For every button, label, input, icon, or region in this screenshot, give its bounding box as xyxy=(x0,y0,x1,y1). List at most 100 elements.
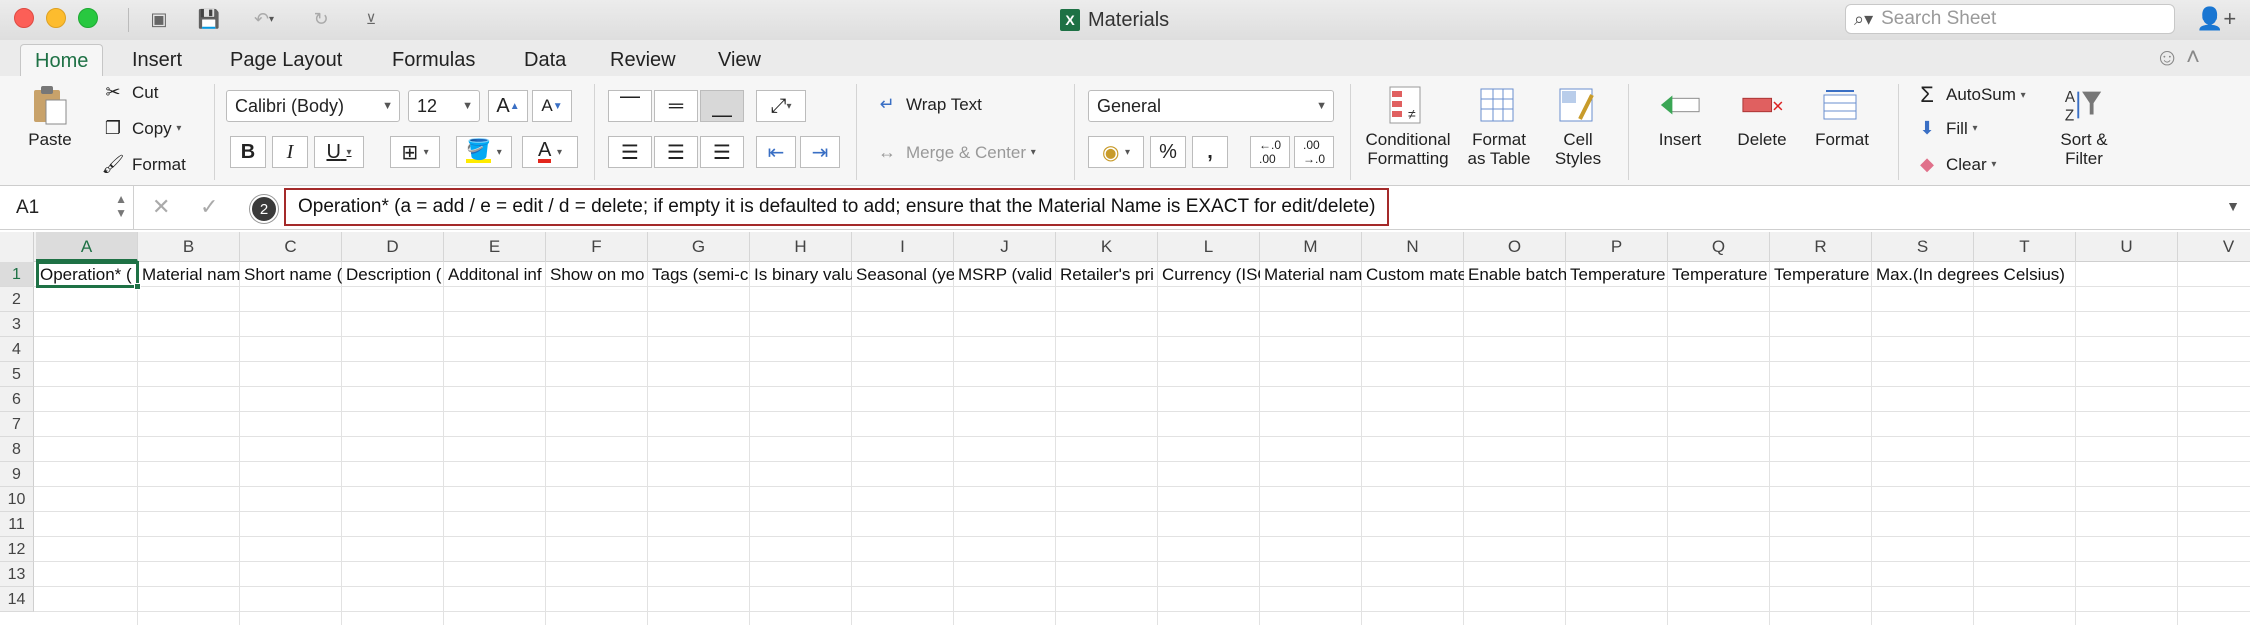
format-cells-button[interactable]: Format xyxy=(1802,84,1882,149)
bold-button[interactable]: B xyxy=(230,136,266,168)
minimize-window-button[interactable] xyxy=(46,8,66,28)
expand-formula-bar-icon[interactable]: ▼ xyxy=(2226,198,2240,214)
cancel-entry-icon[interactable]: ✕ xyxy=(152,194,170,220)
name-box[interactable]: A1 ▲ ▼ xyxy=(0,186,134,230)
row-header-5[interactable]: 5 xyxy=(0,362,34,387)
align-center-button[interactable]: ☰ xyxy=(654,136,698,168)
row-header-8[interactable]: 8 xyxy=(0,437,34,462)
share-person-icon[interactable]: 👤+ xyxy=(2196,6,2236,32)
tab-view[interactable]: View xyxy=(704,44,775,76)
font-color-button[interactable]: A ▾ xyxy=(522,136,578,168)
grow-font-button[interactable]: A ▲ xyxy=(488,90,528,122)
column-header-s[interactable]: S xyxy=(1872,232,1974,262)
cell-m1[interactable]: Material nam xyxy=(1260,262,1362,287)
format-as-table-button[interactable]: Format as Table xyxy=(1460,84,1538,168)
column-header-o[interactable]: O xyxy=(1464,232,1566,262)
copy-button[interactable]: ❐ Copy ▾ xyxy=(100,118,182,139)
cell-o1[interactable]: Enable batch xyxy=(1464,262,1566,287)
column-header-v[interactable]: V xyxy=(2178,232,2250,262)
column-header-j[interactable]: J xyxy=(954,232,1056,262)
shrink-font-button[interactable]: A ▼ xyxy=(532,90,572,122)
feedback-smiley-icon[interactable]: ☺ ˄ xyxy=(2155,44,2200,72)
sort-filter-button[interactable]: AZ Sort & Filter xyxy=(2046,84,2122,168)
fill-button[interactable]: ⬇ Fill ▾ xyxy=(1914,118,1977,139)
column-header-a[interactable]: A xyxy=(36,232,138,262)
cell-g1[interactable]: Tags (semi-c xyxy=(648,262,750,287)
accounting-format-button[interactable]: ◉ ▾ xyxy=(1088,136,1144,168)
zoom-window-button[interactable] xyxy=(78,8,98,28)
wrap-text-button[interactable]: ↵ Wrap Text xyxy=(874,94,981,115)
decrease-indent-button[interactable]: ⇤ xyxy=(756,136,796,168)
number-format-select[interactable]: General ▼ xyxy=(1088,90,1334,122)
tab-data[interactable]: Data xyxy=(510,44,580,76)
italic-button[interactable]: I xyxy=(272,136,308,168)
tab-page-layout[interactable]: Page Layout xyxy=(216,44,356,76)
cell-f1[interactable]: Show on mo xyxy=(546,262,648,287)
column-header-e[interactable]: E xyxy=(444,232,546,262)
tab-review[interactable]: Review xyxy=(596,44,690,76)
cell-h1[interactable]: Is binary valu xyxy=(750,262,852,287)
insert-cells-button[interactable]: Insert xyxy=(1640,84,1720,149)
cell-d1[interactable]: Description ( xyxy=(342,262,444,287)
align-bottom-button[interactable]: ⎽ xyxy=(700,90,744,122)
column-header-d[interactable]: D xyxy=(342,232,444,262)
row-header-6[interactable]: 6 xyxy=(0,387,34,412)
clear-button[interactable]: ◆ Clear ▾ xyxy=(1914,154,1996,175)
column-header-g[interactable]: G xyxy=(648,232,750,262)
column-header-l[interactable]: L xyxy=(1158,232,1260,262)
column-header-n[interactable]: N xyxy=(1362,232,1464,262)
cell-c1[interactable]: Short name ( xyxy=(240,262,342,287)
increase-indent-button[interactable]: ⇥ xyxy=(800,136,840,168)
delete-cells-button[interactable]: ✕ Delete xyxy=(1722,84,1802,149)
align-middle-button[interactable]: ═ xyxy=(654,90,698,122)
customize-toolbar-icon[interactable]: ⊻ xyxy=(356,6,386,32)
decrease-decimal-button[interactable]: .00 →.0 xyxy=(1294,136,1334,168)
align-left-button[interactable]: ☰ xyxy=(608,136,652,168)
cell-j1[interactable]: MSRP (valid xyxy=(954,262,1056,287)
percent-style-button[interactable]: % xyxy=(1150,136,1186,168)
font-name-select[interactable]: Calibri (Body) ▼ xyxy=(226,90,400,122)
cell-r1[interactable]: Temperature xyxy=(1770,262,1872,287)
row-header-10[interactable]: 10 xyxy=(0,487,34,512)
tab-formulas[interactable]: Formulas xyxy=(378,44,489,76)
fill-handle[interactable] xyxy=(134,283,141,290)
spreadsheet-grid[interactable]: ABCDEFGHIJKLMNOPQRSTUV 1 2 3 4 5 6 7 8 9 10 11 12 13… xyxy=(0,232,2250,625)
cell-e1[interactable]: Additonal inf xyxy=(444,262,546,287)
underline-button[interactable]: U ▾ xyxy=(314,136,364,168)
column-header-u[interactable]: U xyxy=(2076,232,2178,262)
cell-s1[interactable]: Max.(In degrees Celsius) xyxy=(1872,262,2065,287)
undo-icon[interactable]: ↶ ▾ xyxy=(242,6,286,32)
tab-insert[interactable]: Insert xyxy=(118,44,196,76)
select-all-corner[interactable] xyxy=(0,232,34,262)
row-header-3[interactable]: 3 xyxy=(0,312,34,337)
column-header-t[interactable]: T xyxy=(1974,232,2076,262)
column-header-k[interactable]: K xyxy=(1056,232,1158,262)
conditional-formatting-button[interactable]: ≠ Conditional Formatting xyxy=(1360,84,1456,168)
cell-q1[interactable]: Temperature xyxy=(1668,262,1770,287)
cell-n1[interactable]: Custom mate xyxy=(1362,262,1464,287)
row-header-4[interactable]: 4 xyxy=(0,337,34,362)
row-header-11[interactable]: 11 xyxy=(0,512,34,537)
align-top-button[interactable]: ⎺ xyxy=(608,90,652,122)
fill-color-button[interactable]: 🪣 ▾ xyxy=(456,136,512,168)
borders-button[interactable]: ⊞ ▾ xyxy=(390,136,440,168)
paste-button[interactable]: Paste xyxy=(18,84,82,149)
column-header-q[interactable]: Q xyxy=(1668,232,1770,262)
align-right-button[interactable]: ☰ xyxy=(700,136,744,168)
close-window-button[interactable] xyxy=(14,8,34,28)
row-header-12[interactable]: 12 xyxy=(0,537,34,562)
cell-b1[interactable]: Material nam xyxy=(138,262,240,287)
name-box-stepper-icon[interactable]: ▲ ▼ xyxy=(115,192,127,220)
tab-home[interactable]: Home xyxy=(20,44,104,76)
cut-button[interactable]: ✂ Cut xyxy=(100,82,158,103)
row-header-9[interactable]: 9 xyxy=(0,462,34,487)
column-header-f[interactable]: F xyxy=(546,232,648,262)
row-header-2[interactable]: 2 xyxy=(0,287,34,312)
row-header-13[interactable]: 13 xyxy=(0,562,34,587)
font-size-select[interactable]: 12 ▼ xyxy=(408,90,480,122)
search-sheet-input[interactable]: ⌕▾ Search Sheet xyxy=(1845,4,2175,34)
merge-center-button[interactable]: ↔ Merge & Center ▾ xyxy=(874,142,1036,163)
column-header-b[interactable]: B xyxy=(138,232,240,262)
row-header-7[interactable]: 7 xyxy=(0,412,34,437)
autosum-button[interactable]: Σ AutoSum ▾ xyxy=(1914,82,2026,108)
